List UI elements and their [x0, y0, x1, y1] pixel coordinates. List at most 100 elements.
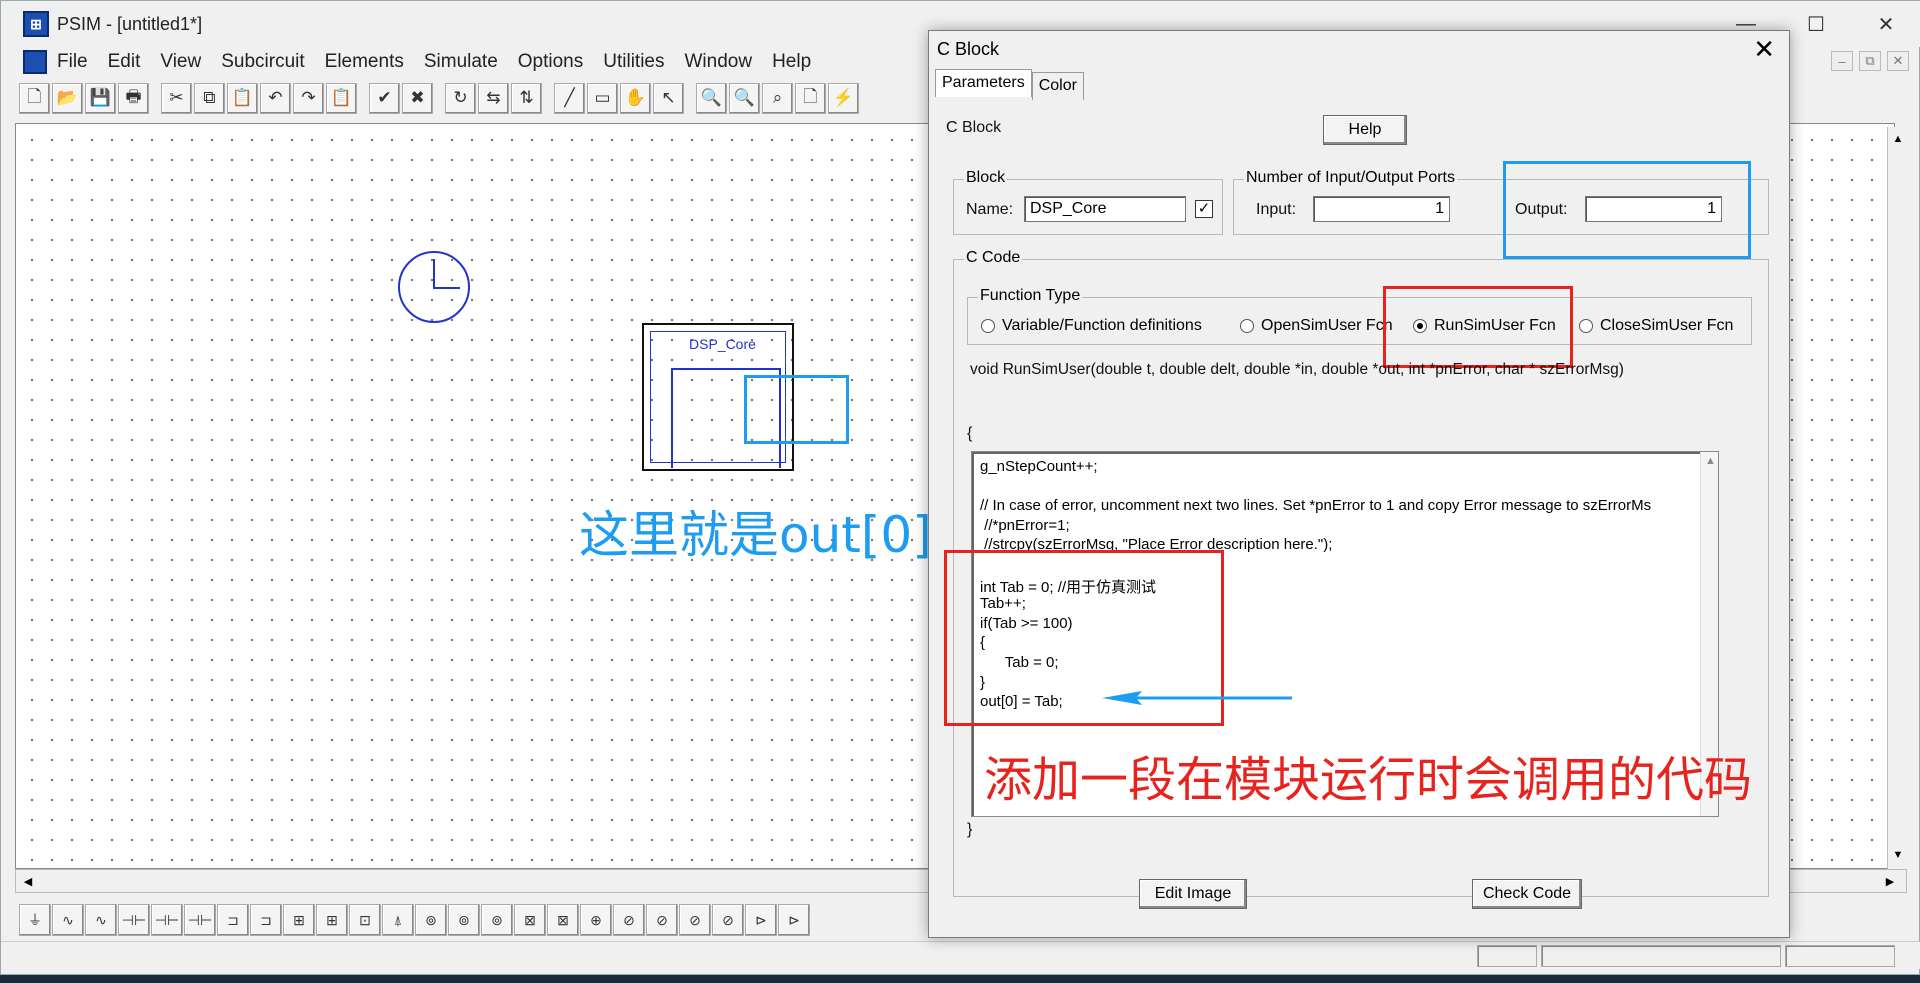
tab-color[interactable]: Color [1031, 72, 1084, 100]
redo-icon[interactable]: ↷ [293, 82, 324, 114]
help-button[interactable]: Help [1323, 115, 1407, 145]
input-label: Input: [1256, 201, 1297, 218]
mdi-restore-button[interactable]: ⧉ [1859, 51, 1881, 71]
name-label: Name: [966, 201, 1014, 218]
element-icon-4[interactable]: ⊣⊢ [118, 904, 150, 936]
flip-x-icon[interactable]: ⇆ [478, 82, 509, 114]
label-icon[interactable]: ▭ [587, 82, 618, 114]
open-icon[interactable]: 📂 [52, 82, 83, 114]
element-icon-21[interactable]: ⊘ [679, 904, 711, 936]
tab-parameters[interactable]: Parameters [935, 69, 1032, 97]
scroll-up-icon[interactable]: ▲ [1888, 129, 1908, 149]
new-icon[interactable]: 🗋 [19, 82, 50, 114]
element-icon-3[interactable]: ∿ [85, 904, 117, 936]
scroll-right-icon[interactable]: ▶ [1880, 871, 1900, 891]
menu-help[interactable]: Help [772, 51, 811, 73]
copy-icon[interactable]: ⧉ [194, 82, 225, 114]
elements-toolbar: ⏚ ∿ ∿ ⊣⊢ ⊣⊢ ⊣⊢ ⊐ ⊐ ⊞ ⊞ ⊡ ⍋ ⊚ ⊚ ⊚ ⊠ ⊠ ⊕ ⊘ ⊘ ⊘ ⊘ ⊳ ⊳ [19, 903, 810, 937]
open-brace: { [967, 425, 973, 442]
code-line: // In case of error, uncomment next two … [980, 497, 1652, 515]
element-icon-18[interactable]: ⊕ [580, 904, 612, 936]
code-line: g_nStepCount++; [980, 458, 1098, 475]
wire-icon[interactable]: ╱ [554, 82, 585, 114]
input-ports-field[interactable]: 1 [1313, 196, 1450, 222]
element-icon-23[interactable]: ⊳ [745, 904, 777, 936]
maximize-button[interactable]: ☐ [1781, 1, 1851, 47]
scroll-left-icon[interactable]: ◀ [18, 871, 38, 891]
block-label: DSP_Core [689, 336, 756, 352]
rotate-icon[interactable]: ↻ [445, 82, 476, 114]
element-icon-7[interactable]: ⊐ [217, 904, 249, 936]
code-line: //*pnError=1; [980, 516, 1070, 534]
radio-variable-definitions[interactable]: Variable/Function definitions [981, 317, 1202, 335]
status-bar [1, 941, 1920, 969]
flip-y-icon[interactable]: ⇅ [511, 82, 542, 114]
element-icon-14[interactable]: ⊚ [448, 904, 480, 936]
element-icon-12[interactable]: ⍋ [382, 904, 414, 936]
zoom-in-icon[interactable]: 🔍 [696, 82, 727, 114]
clock-icon[interactable] [398, 251, 470, 323]
undo-icon[interactable]: ↶ [260, 82, 291, 114]
element-icon-19[interactable]: ⊘ [613, 904, 645, 936]
code-scroll-up-icon[interactable]: ▲ [1705, 455, 1716, 467]
mdi-minimize-button[interactable]: – [1831, 51, 1853, 71]
psim-app-icon: ⊞ [23, 11, 49, 37]
menu-simulate[interactable]: Simulate [424, 51, 498, 73]
cut-icon[interactable]: ✂ [161, 82, 192, 114]
runsimuser-highlight [1383, 286, 1573, 368]
code-annotation: 添加一段在模块运行时会调用的代码 [984, 752, 1753, 808]
name-visible-checkbox[interactable]: ✓ [1195, 200, 1213, 218]
save-icon[interactable]: 💾 [85, 82, 116, 114]
dialog-close-icon[interactable]: ✕ [1753, 34, 1775, 65]
run-check-icon[interactable]: ✔ [369, 82, 400, 114]
output-port-highlight [744, 375, 849, 444]
main-toolbar: 🗋 📂 💾 🖶 ✂ ⧉ 📋 ↶ ↷ 📋 ✔ ✖ ↻ ⇆ ⇅ ╱ ▭ ✋ ↖ 🔍 🔍 ⌕ 🗋 ⚡ [19, 81, 859, 115]
document-icon[interactable] [23, 50, 47, 74]
element-icon-16[interactable]: ⊠ [514, 904, 546, 936]
zoom-fit-icon[interactable]: ⌕ [762, 82, 793, 114]
menu-options[interactable]: Options [518, 51, 583, 73]
check-code-button[interactable]: Check Code [1472, 879, 1582, 909]
vertical-scrollbar[interactable]: ▲ ▼ [1887, 127, 1907, 869]
pan-hand-icon[interactable]: ✋ [620, 82, 651, 114]
simulate-icon[interactable]: ⚡ [828, 82, 859, 114]
dialog-title: C Block [937, 39, 1000, 59]
element-icon-13[interactable]: ⊚ [415, 904, 447, 936]
page-icon[interactable]: 🗋 [795, 82, 826, 114]
clipboard-icon[interactable]: 📋 [326, 82, 357, 114]
element-icon-6[interactable]: ⊣⊢ [184, 904, 216, 936]
radio-opensimuser-fcn[interactable]: OpenSimUser Fcn [1240, 317, 1393, 335]
menu-elements[interactable]: Elements [325, 51, 404, 73]
element-icon-10[interactable]: ⊞ [316, 904, 348, 936]
select-arrow-icon[interactable]: ↖ [653, 82, 684, 114]
print-icon[interactable]: 🖶 [118, 82, 149, 114]
element-icon-24[interactable]: ⊳ [778, 904, 810, 936]
element-icon-9[interactable]: ⊞ [283, 904, 315, 936]
menu-view[interactable]: View [160, 51, 201, 73]
mdi-close-button[interactable]: ✕ [1887, 51, 1909, 71]
stop-icon[interactable]: ✖ [402, 82, 433, 114]
edit-image-button[interactable]: Edit Image [1139, 879, 1247, 909]
element-icon-20[interactable]: ⊘ [646, 904, 678, 936]
paste-icon[interactable]: 📋 [227, 82, 258, 114]
menu-subcircuit[interactable]: Subcircuit [221, 51, 304, 73]
radio-closesimuser-fcn[interactable]: CloseSimUser Fcn [1579, 317, 1733, 335]
name-field[interactable]: DSP_Core [1024, 196, 1186, 222]
menu-window[interactable]: Window [684, 51, 752, 73]
close-button[interactable]: ✕ [1851, 1, 1920, 47]
arrow-icon [1102, 691, 1292, 705]
element-icon-11[interactable]: ⊡ [349, 904, 381, 936]
menu-edit[interactable]: Edit [108, 51, 141, 73]
element-icon-1[interactable]: ⏚ [19, 904, 51, 936]
element-icon-2[interactable]: ∿ [52, 904, 84, 936]
element-icon-17[interactable]: ⊠ [547, 904, 579, 936]
element-icon-15[interactable]: ⊚ [481, 904, 513, 936]
menu-file[interactable]: File [57, 51, 88, 73]
close-brace: } [967, 821, 973, 838]
element-icon-22[interactable]: ⊘ [712, 904, 744, 936]
element-icon-8[interactable]: ⊐ [250, 904, 282, 936]
element-icon-5[interactable]: ⊣⊢ [151, 904, 183, 936]
scroll-down-icon[interactable]: ▼ [1888, 845, 1908, 865]
menu-utilities[interactable]: Utilities [603, 51, 664, 73]
zoom-out-icon[interactable]: 🔍 [729, 82, 760, 114]
